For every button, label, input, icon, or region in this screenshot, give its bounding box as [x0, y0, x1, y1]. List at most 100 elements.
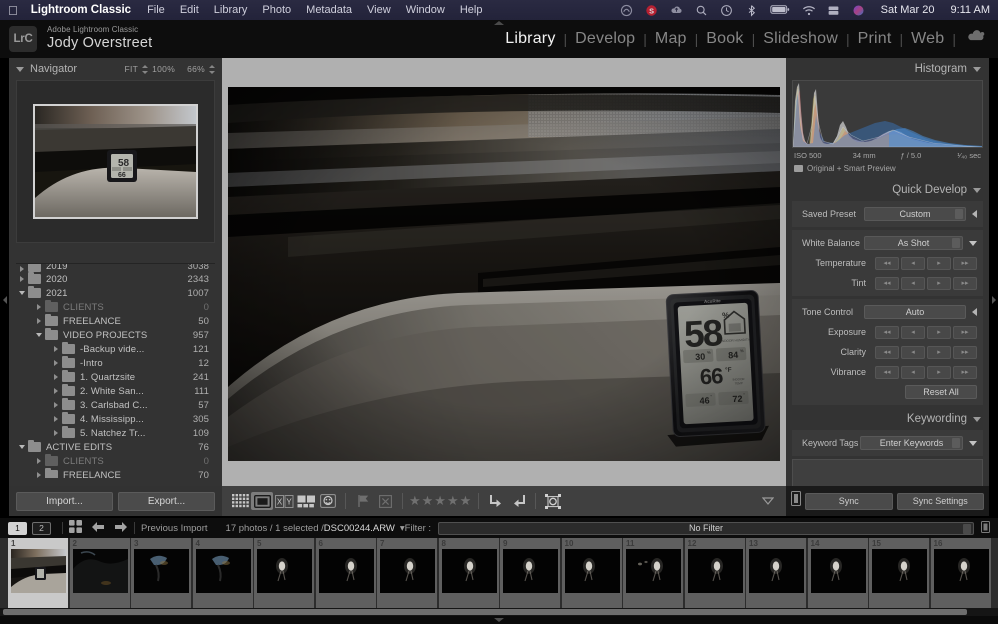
toolbar-options-dropdown[interactable] [757, 492, 779, 510]
triangle-right-icon[interactable] [50, 374, 62, 380]
display-icon[interactable] [827, 4, 840, 17]
left-panel-toggle[interactable] [0, 280, 9, 320]
filmstrip-thumbnail[interactable]: 12 [684, 538, 746, 608]
sync-toggle-icon[interactable] [791, 491, 801, 511]
folder-row[interactable]: VIDEO PROJECTS 957 [16, 328, 215, 342]
reject-flag-icon[interactable] [374, 492, 396, 510]
filmstrip-thumbnail[interactable]: 11 [623, 538, 684, 608]
flag-icon[interactable] [352, 492, 374, 510]
module-library[interactable]: Library [497, 30, 563, 48]
clock-icon[interactable] [720, 4, 733, 17]
lightroom-logo-badge[interactable]: LrC [9, 26, 37, 52]
spotify-icon[interactable]: S [645, 4, 658, 17]
navigator-header[interactable]: Navigator FIT 100% 66% [9, 58, 222, 80]
filmstrip-thumbnail[interactable]: 8 [438, 538, 500, 608]
smart-preview-status[interactable]: Original + Smart Preview [794, 164, 981, 173]
battery-icon[interactable] [769, 4, 790, 17]
siri-icon[interactable] [852, 4, 865, 17]
import-button[interactable]: Import... [16, 491, 113, 511]
filmstrip-thumbnail[interactable]: 14 [807, 538, 869, 608]
filter-lock-icon[interactable] [981, 520, 990, 536]
exposure-decrease-large[interactable]: ◂◂ [875, 325, 899, 339]
bluetooth-icon[interactable] [745, 4, 758, 17]
folder-row[interactable]: CLIENTS 0 [16, 300, 215, 314]
zoom-100[interactable]: 100% [152, 64, 175, 74]
filmstrip-thumbnail[interactable]: 13 [746, 538, 807, 608]
grid-icon[interactable] [69, 520, 82, 536]
filmstrip-thumbnail[interactable]: 2 [69, 538, 131, 608]
keyword-tags-select[interactable]: Enter Keywords [860, 436, 963, 450]
folders-list[interactable]: 2019 3038 2020 2343 2021 1007 CLIENTS 0 FREELANC… [16, 263, 215, 478]
navigator-preview[interactable]: 58 66 [16, 80, 215, 243]
exposure-increase-large[interactable]: ▸▸ [953, 325, 977, 339]
triangle-down-icon[interactable] [969, 440, 977, 446]
vibrance-decrease-large[interactable]: ◂◂ [875, 365, 899, 379]
module-book[interactable]: Book [698, 30, 751, 48]
tint-increase[interactable]: ▸ [927, 276, 951, 290]
vibrance-increase[interactable]: ▸ [927, 365, 951, 379]
identity-plate[interactable]: Adobe Lightroom Classic Jody Overstreet [47, 25, 152, 51]
keywording-header[interactable]: Keywording [786, 408, 989, 430]
filmstrip-thumbnail[interactable]: 7 [377, 538, 438, 608]
triangle-right-icon[interactable] [50, 346, 62, 352]
top-panel-toggle[interactable] [489, 20, 509, 25]
auto-tone-button[interactable]: Auto [864, 305, 966, 319]
module-web[interactable]: Web [903, 30, 952, 48]
module-map[interactable]: Map [647, 30, 695, 48]
triangle-right-icon[interactable] [50, 416, 62, 422]
screen-2-button[interactable]: 2 [32, 521, 51, 535]
loupe-photo[interactable]: AcuRite 58 % INDOOR HUMIDITY 30 % 84 % [228, 87, 780, 461]
vibrance-increase-large[interactable]: ▸▸ [953, 365, 977, 379]
folder-row[interactable]: -Backup vide... 121 [16, 342, 215, 356]
folder-row[interactable]: 2021 1007 [16, 286, 215, 300]
menu-help[interactable]: Help [460, 4, 483, 16]
saved-preset-select[interactable]: Custom [864, 207, 966, 221]
filter-select[interactable]: No Filter [438, 521, 974, 535]
right-panel-toggle[interactable] [989, 280, 998, 320]
temperature-decrease-large[interactable]: ◂◂ [875, 256, 899, 270]
filmstrip-thumbnail[interactable]: 4 [192, 538, 254, 608]
crop-overlay-icon[interactable] [542, 492, 564, 510]
filmstrip-thumbnail[interactable]: 15 [869, 538, 930, 608]
triangle-down-icon[interactable] [969, 240, 977, 246]
triangle-right-icon[interactable] [50, 402, 62, 408]
survey-view-icon[interactable] [295, 492, 317, 510]
triangle-down-icon[interactable] [16, 445, 28, 449]
quick-develop-header[interactable]: Quick Develop [786, 179, 989, 201]
folder-row[interactable]: 3. Carlsbad C... 57 [16, 398, 215, 412]
triangle-right-icon[interactable] [50, 360, 62, 366]
zoom-fit[interactable]: FIT [124, 64, 138, 74]
module-print[interactable]: Print [850, 30, 900, 48]
menu-app-name[interactable]: Lightroom Classic [31, 4, 131, 16]
triangle-left-icon[interactable] [972, 308, 977, 316]
wifi-icon[interactable] [802, 4, 815, 17]
triangle-right-icon[interactable] [50, 430, 62, 436]
filmstrip-thumbnail[interactable]: 1 [8, 538, 69, 608]
folder-row[interactable]: 2020 2343 [16, 272, 215, 286]
white-balance-select[interactable]: As Shot [864, 236, 963, 250]
compare-view-icon[interactable]: XY [273, 492, 295, 510]
folder-row[interactable]: 2. White San... 111 [16, 384, 215, 398]
arrow-right-icon[interactable] [114, 521, 128, 536]
folder-row[interactable]: FREELANCE 50 [16, 314, 215, 328]
filmstrip-thumbnail[interactable]: 5 [254, 538, 315, 608]
upload-cloud-icon[interactable] [670, 4, 683, 17]
triangle-down-icon[interactable] [16, 66, 24, 72]
grid-view-icon[interactable] [229, 492, 251, 510]
folder-row[interactable]: CLIENTS 0 [16, 454, 215, 468]
sync-button[interactable]: Sync [805, 492, 893, 510]
triangle-right-icon[interactable] [33, 304, 45, 310]
menu-metadata[interactable]: Metadata [306, 4, 352, 16]
sync-settings-button[interactable]: Sync Settings [896, 492, 984, 510]
menu-window[interactable]: Window [406, 4, 445, 16]
creative-cloud-icon[interactable] [620, 4, 633, 17]
triangle-right-icon[interactable] [16, 276, 28, 282]
filmstrip-thumbnail[interactable]: 10 [561, 538, 623, 608]
filmstrip[interactable]: 1 2 3 4 5 6 7 8 9 10 11 12 13 14 15 16 [0, 538, 998, 608]
loupe-view-icon[interactable] [251, 492, 273, 510]
triangle-down-icon[interactable] [33, 333, 45, 337]
vibrance-decrease[interactable]: ◂ [901, 365, 925, 379]
folder-row[interactable]: -Intro 12 [16, 356, 215, 370]
rotate-right-icon[interactable] [485, 492, 507, 510]
triangle-right-icon[interactable] [50, 388, 62, 394]
